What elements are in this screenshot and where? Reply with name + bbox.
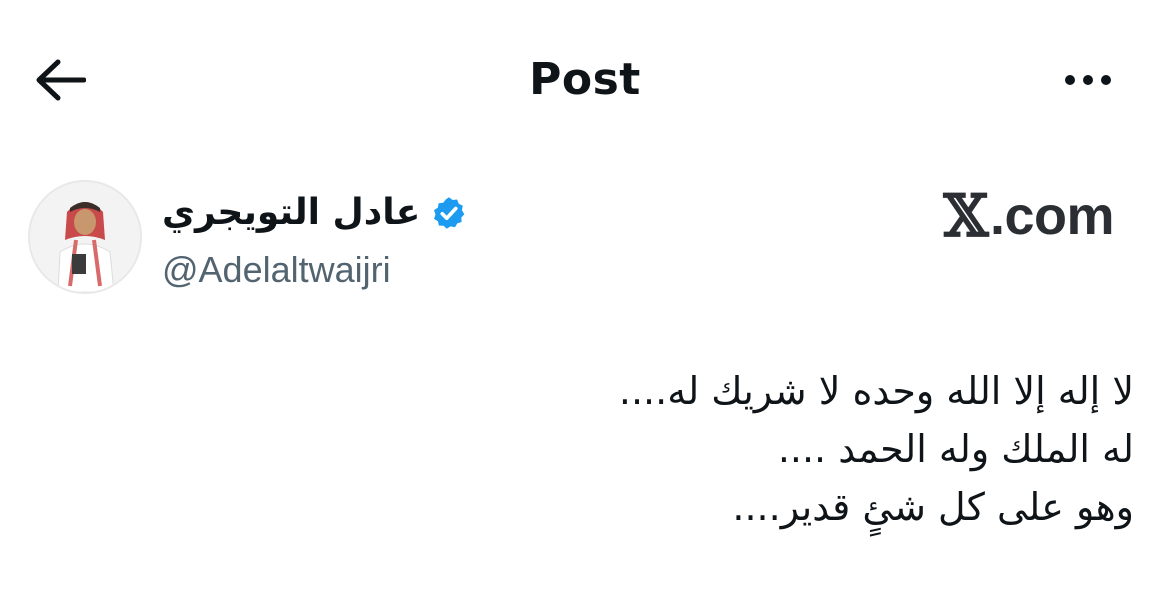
post-text: لا إله إلا الله وحده لا شريك له.... له ا… [434,362,1134,536]
more-dot [1083,75,1093,85]
avatar[interactable] [28,180,142,294]
post-screen: Post عادل التويجري @Adelaltwaijri 𝕏 .com… [0,0,1170,616]
post-line: لا إله إلا الله وحده لا شريك له.... [618,369,1134,413]
author-handle[interactable]: @Adelaltwaijri [162,246,468,294]
profile-photo [30,182,140,292]
post-line: وهو على كل شئٍ قدير.... [732,485,1134,529]
x-logo-icon: 𝕏 [943,182,988,250]
more-dot [1101,75,1111,85]
top-bar: Post [0,0,1170,160]
verified-badge-icon [430,194,468,232]
more-horizontal-icon [1065,75,1075,85]
brand-domain: .com [989,186,1115,246]
post-line: له الملك وله الحمد .... [777,427,1134,471]
author-display-name[interactable]: عادل التويجري [162,188,420,238]
page-title: Post [529,54,641,105]
x-com-logo: 𝕏 .com [943,182,1115,250]
author-info: عادل التويجري @Adelaltwaijri [162,188,468,294]
author-name-row: عادل التويجري [162,188,468,238]
more-options-button[interactable] [1056,58,1120,102]
